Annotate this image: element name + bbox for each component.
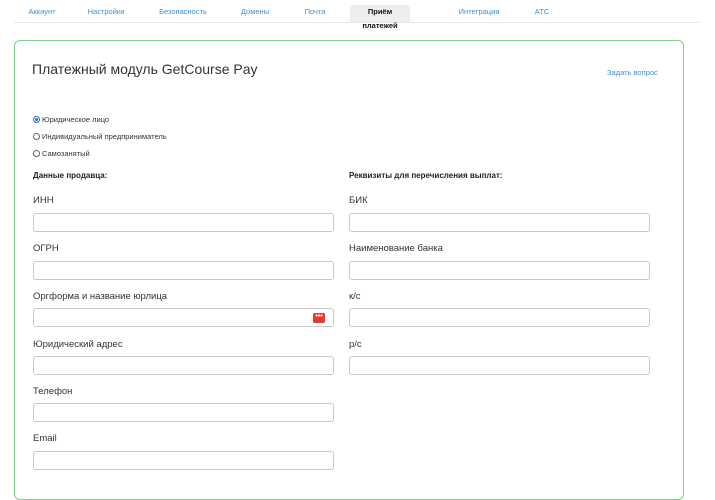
page-title: Платежный модуль GetCourse Pay bbox=[32, 61, 258, 77]
legal-address-label: Юридический адрес bbox=[33, 339, 123, 350]
ask-question-link[interactable]: Задать вопрос bbox=[607, 68, 658, 77]
radio-label: Индивидуальный предприниматель bbox=[42, 132, 167, 141]
payout-section-heading: Реквизиты для перечисления выплат: bbox=[349, 171, 503, 180]
email-label: Email bbox=[33, 433, 57, 444]
bik-input[interactable] bbox=[349, 213, 650, 232]
settlement-account-label: р/с bbox=[349, 339, 362, 350]
more-dots-icon[interactable]: ••• bbox=[313, 313, 325, 323]
tab-mail[interactable]: Почта bbox=[298, 5, 332, 22]
seller-section-heading: Данные продавца: bbox=[33, 171, 108, 180]
legal-address-input[interactable] bbox=[33, 356, 334, 375]
radio-label: Самозанятый bbox=[42, 149, 90, 158]
tab-integration[interactable]: Интеграция bbox=[452, 5, 506, 22]
inn-label: ИНН bbox=[33, 195, 54, 206]
bank-name-input[interactable] bbox=[349, 261, 650, 280]
phone-input[interactable] bbox=[33, 403, 334, 422]
radio-individual-entrepreneur[interactable]: Индивидуальный предприниматель bbox=[33, 132, 167, 141]
radio-checked-icon[interactable] bbox=[33, 116, 40, 123]
radio-unchecked-icon[interactable] bbox=[33, 133, 40, 140]
radio-self-employed[interactable]: Самозанятый bbox=[33, 149, 90, 158]
inn-input[interactable] bbox=[33, 213, 334, 232]
org-name-label: Оргформа и название юрлица bbox=[33, 291, 168, 302]
tab-security[interactable]: Безопасность bbox=[154, 5, 212, 22]
settlement-account-input[interactable] bbox=[349, 356, 650, 375]
tab-settings[interactable]: Настройки bbox=[82, 5, 130, 22]
tab-payments[interactable]: Приём платежей bbox=[350, 5, 410, 30]
bik-label: БИК bbox=[349, 195, 368, 206]
settings-tabs: Аккаунт Настройки Безопасность Домены По… bbox=[14, 0, 700, 30]
correspondent-account-input[interactable] bbox=[349, 308, 650, 327]
radio-unchecked-icon[interactable] bbox=[33, 150, 40, 157]
tab-ats[interactable]: АТС bbox=[527, 5, 557, 22]
org-name-input[interactable]: ••• bbox=[33, 308, 334, 327]
ogrn-input[interactable] bbox=[33, 261, 334, 280]
bank-name-label: Наименование банка bbox=[349, 243, 443, 254]
tab-account[interactable]: Аккаунт bbox=[24, 5, 60, 22]
radio-legal-entity[interactable]: Юридическое лицо bbox=[33, 115, 109, 124]
phone-label: Телефон bbox=[33, 386, 73, 397]
radio-label: Юридическое лицо bbox=[42, 115, 110, 124]
ogrn-label: ОГРН bbox=[33, 243, 59, 254]
email-input[interactable] bbox=[33, 451, 334, 470]
tab-domains[interactable]: Домены bbox=[236, 5, 274, 22]
correspondent-account-label: к/с bbox=[349, 291, 361, 302]
